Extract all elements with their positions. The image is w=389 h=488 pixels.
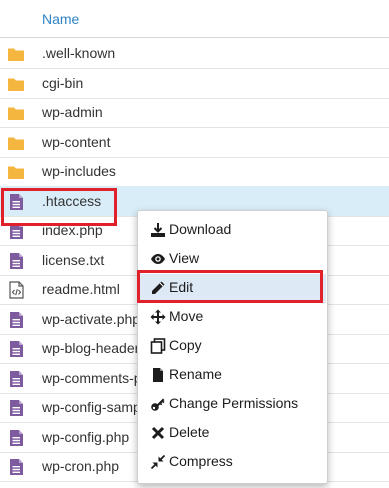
htaccess-highlight bbox=[1, 188, 117, 226]
text-file-icon bbox=[7, 399, 25, 417]
file-icon bbox=[150, 367, 166, 383]
menu-item-download[interactable]: Download bbox=[139, 216, 326, 245]
folder-icon bbox=[7, 163, 25, 181]
table-row[interactable]: .well-known bbox=[0, 38, 389, 69]
text-file-icon bbox=[7, 429, 25, 447]
table-row[interactable]: wp-content bbox=[0, 127, 389, 158]
file-name[interactable]: wp-admin bbox=[42, 104, 103, 120]
folder-icon bbox=[7, 45, 25, 63]
compress-icon bbox=[150, 454, 166, 470]
menu-item-label: Move bbox=[169, 308, 204, 324]
file-name[interactable]: cgi-bin bbox=[42, 75, 83, 91]
menu-item-label: Download bbox=[169, 221, 232, 237]
file-name[interactable]: readme.html bbox=[42, 281, 120, 297]
menu-item-label: Copy bbox=[169, 337, 202, 353]
close-icon bbox=[150, 425, 166, 441]
table-row[interactable]: cgi-bin bbox=[0, 68, 389, 99]
menu-item-label: View bbox=[169, 250, 200, 266]
text-file-icon bbox=[7, 311, 25, 329]
menu-item-label: Delete bbox=[169, 424, 210, 440]
table-row[interactable]: wp-includes bbox=[0, 156, 389, 187]
text-file-icon bbox=[7, 458, 25, 476]
menu-item-label: Compress bbox=[169, 453, 233, 469]
file-name[interactable]: license.txt bbox=[42, 252, 104, 268]
menu-item-move[interactable]: Move bbox=[139, 303, 326, 332]
text-file-icon bbox=[7, 252, 25, 270]
copy-icon bbox=[150, 338, 166, 354]
menu-item-label: Rename bbox=[169, 366, 222, 382]
menu-item-compress[interactable]: Compress bbox=[139, 448, 326, 477]
context-menu: Download View Edit Move Copy Rename Change Per… bbox=[137, 210, 328, 484]
code-file-icon bbox=[7, 281, 25, 299]
file-name[interactable]: wp-cron.php bbox=[42, 458, 119, 474]
file-name[interactable]: wp-content bbox=[42, 134, 110, 150]
text-file-icon bbox=[7, 370, 25, 388]
column-header-name[interactable]: Name bbox=[42, 11, 79, 27]
table-header: Name bbox=[0, 0, 389, 38]
folder-icon bbox=[7, 134, 25, 152]
menu-item-rename[interactable]: Rename bbox=[139, 361, 326, 390]
menu-item-label: Change Permissions bbox=[169, 395, 299, 411]
table-row[interactable]: wp-admin bbox=[0, 97, 389, 128]
menu-item-delete[interactable]: Delete bbox=[139, 419, 326, 448]
file-name[interactable]: wp-config.php bbox=[42, 429, 129, 445]
move-arrows-icon bbox=[150, 309, 166, 325]
file-name[interactable]: wp-includes bbox=[42, 163, 116, 179]
eye-icon bbox=[150, 251, 166, 267]
key-icon bbox=[150, 396, 166, 412]
download-icon bbox=[150, 222, 166, 238]
file-name[interactable]: wp-activate.php bbox=[42, 311, 140, 327]
menu-item-change-permissions[interactable]: Change Permissions bbox=[139, 390, 326, 419]
edit-highlight bbox=[137, 270, 323, 303]
menu-item-copy[interactable]: Copy bbox=[139, 332, 326, 361]
folder-icon bbox=[7, 75, 25, 93]
text-file-icon bbox=[7, 340, 25, 358]
folder-icon bbox=[7, 104, 25, 122]
file-name[interactable]: .well-known bbox=[42, 45, 115, 61]
